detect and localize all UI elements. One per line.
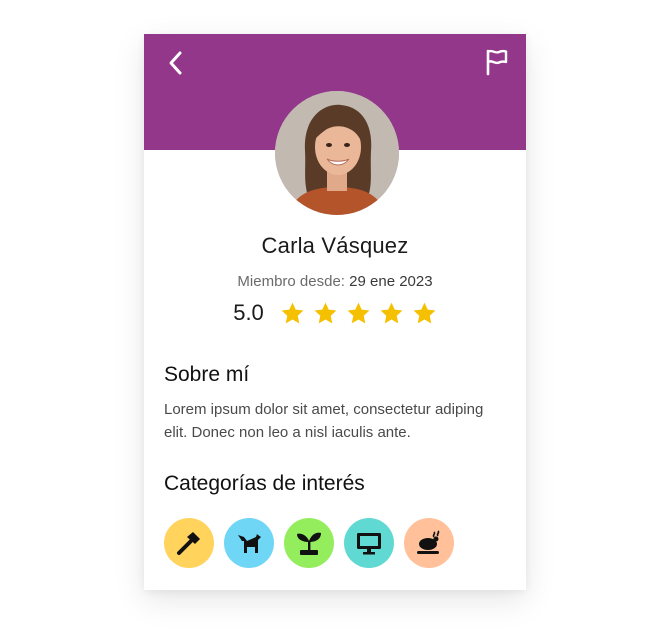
member-since: Miembro desde: 29 ene 2023 [144, 273, 526, 290]
profile-photo [275, 91, 399, 215]
category-list [164, 518, 454, 568]
member-since-label: Miembro desde: [237, 273, 345, 290]
avatar [275, 91, 399, 215]
category-cooking[interactable] [404, 518, 454, 568]
plant-icon [297, 532, 321, 555]
profile-card: Carla Vásquez Miembro desde: 29 ene 2023… [144, 34, 526, 590]
categories-title: Categorías de interés [164, 472, 365, 495]
back-button[interactable] [161, 48, 191, 78]
rating-stars [280, 301, 437, 326]
about-text: Lorem ipsum dolor sit amet, consectetur … [164, 401, 484, 441]
about-title: Sobre mí [164, 363, 250, 386]
star-icon [380, 302, 403, 323]
star-icon [281, 302, 304, 323]
rating: 5.0 [144, 300, 526, 326]
monitor-icon [357, 533, 381, 555]
profile-name: Carla Vásquez [261, 233, 409, 258]
report-flag-button[interactable] [482, 47, 512, 77]
category-plants[interactable] [284, 518, 334, 568]
dog-icon [238, 534, 261, 553]
star-icon [347, 302, 370, 323]
member-since-date: 29 ene 2023 [349, 273, 433, 290]
roast-chicken-icon [417, 530, 440, 554]
flag-icon [486, 49, 508, 76]
star-icon [314, 302, 337, 323]
chevron-left-icon [169, 51, 182, 75]
hammer-icon [177, 532, 200, 555]
star-icon [413, 302, 436, 323]
category-computers[interactable] [344, 518, 394, 568]
category-hammer[interactable] [164, 518, 214, 568]
category-pets[interactable] [224, 518, 274, 568]
rating-value: 5.0 [233, 300, 264, 325]
